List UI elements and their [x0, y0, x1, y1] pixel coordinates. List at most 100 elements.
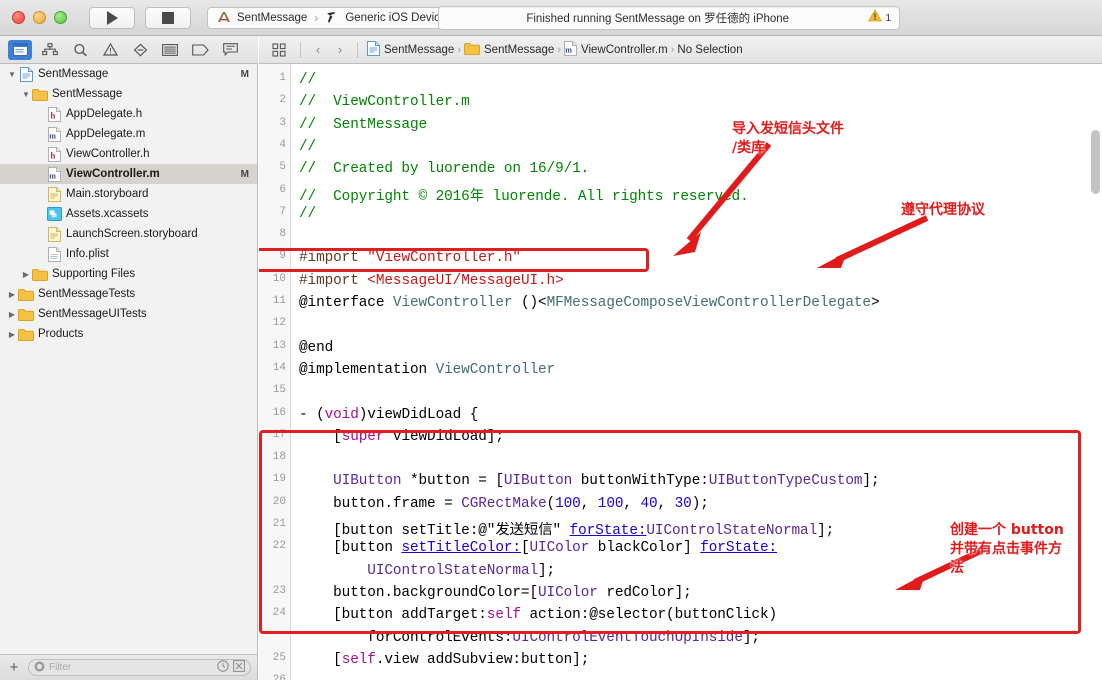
- hammer-icon: [325, 10, 340, 25]
- sidebar-item-label: SentMessage: [52, 88, 123, 100]
- sidebar-item-main-storyboard[interactable]: Main.storyboard: [0, 184, 257, 204]
- zoom-button[interactable]: [54, 11, 67, 24]
- source-control-filter-icon[interactable]: [233, 659, 245, 677]
- chevron-down-icon[interactable]: ▼: [6, 70, 18, 79]
- project-navigator[interactable]: ▼ SentMessage M ▼ SentMessage h AppDelegate.h m…: [0, 64, 258, 654]
- code-line[interactable]: //: [299, 139, 316, 155]
- code-line[interactable]: forControlEvents:UIControlEventTouchUpIn…: [299, 630, 760, 646]
- line-number: 9: [279, 250, 286, 263]
- symbol-navigator-icon[interactable]: [68, 40, 92, 60]
- project-icon: [367, 40, 380, 59]
- debug-navigator-icon[interactable]: [158, 40, 182, 60]
- stop-button[interactable]: [145, 6, 191, 29]
- navigator-filter-bar: + Filter: [0, 654, 258, 680]
- issue-navigator-icon[interactable]: [98, 40, 122, 60]
- sidebar-item-sentmessagetests[interactable]: ▶ SentMessageTests: [0, 284, 257, 304]
- sidebar-item-sentmessage[interactable]: ▼ SentMessage M: [0, 64, 257, 84]
- chevron-down-icon[interactable]: ▼: [20, 90, 32, 99]
- code-line[interactable]: @implementation ViewController: [299, 362, 555, 378]
- xcode-window: SentMessage › Generic iOS Device Finishe…: [0, 0, 1102, 680]
- sidebar-item-appdelegate-m[interactable]: m AppDelegate.m: [0, 124, 257, 144]
- recent-filter-icon[interactable]: [217, 659, 229, 677]
- sidebar-item-products[interactable]: ▶ Products: [0, 324, 257, 344]
- minimize-button[interactable]: [33, 11, 46, 24]
- code-line[interactable]: // Copyright © 2016年 luorende. All right…: [299, 184, 749, 205]
- line-number: 1: [279, 72, 286, 84]
- code-line[interactable]: button.backgroundColor=[UIColor redColor…: [299, 585, 692, 601]
- editor-scrollbar[interactable]: [1091, 130, 1100, 194]
- chevron-right-icon[interactable]: ▶: [6, 290, 18, 299]
- code-line[interactable]: [self.view addSubview:button];: [299, 652, 589, 668]
- code-line[interactable]: @end: [299, 340, 333, 356]
- header-file-icon: h: [46, 106, 62, 122]
- code-line[interactable]: [button setTitle:@"发送短信" forState:UICont…: [299, 518, 834, 539]
- back-button[interactable]: ‹: [310, 42, 326, 57]
- breadcrumb-item-3[interactable]: No Selection: [677, 44, 742, 56]
- breadcrumb-item-0[interactable]: SentMessage: [367, 40, 455, 59]
- breadcrumb: SentMessage › SentMessage › m ViewController.…: [367, 40, 743, 59]
- breadcrumb-item-2[interactable]: m ViewController.m: [564, 40, 668, 59]
- warning-indicator[interactable]: 1: [868, 8, 891, 27]
- line-number: 2: [279, 94, 286, 107]
- sidebar-item-launchscreen-storyboard[interactable]: LaunchScreen.storyboard: [0, 224, 257, 244]
- close-button[interactable]: [12, 11, 25, 24]
- code-line[interactable]: [super viewDidLoad];: [299, 429, 504, 445]
- project-navigator-icon[interactable]: [8, 39, 32, 60]
- code-line[interactable]: //: [299, 72, 316, 88]
- source-file-icon: m: [46, 166, 62, 182]
- related-items-icon[interactable]: [267, 40, 291, 60]
- breadcrumb-label: SentMessage: [384, 43, 455, 56]
- chevron-right-icon[interactable]: ▶: [20, 270, 32, 279]
- stop-icon: [162, 11, 174, 24]
- breadcrumb-item-1[interactable]: SentMessage: [464, 42, 554, 58]
- test-navigator-icon[interactable]: [128, 40, 152, 60]
- code-line[interactable]: UIButton *button = [UIButton buttonWithT…: [299, 473, 879, 489]
- code-line[interactable]: UIControlStateNormal];: [299, 563, 555, 579]
- code-line[interactable]: //: [299, 206, 316, 222]
- filter-input[interactable]: Filter: [28, 659, 251, 676]
- code-line[interactable]: #import <MessageUI/MessageUI.h>: [299, 273, 564, 289]
- filter-search-icon: [34, 659, 45, 677]
- sidebar-item-sentmessage[interactable]: ▼ SentMessage: [0, 84, 257, 104]
- run-button[interactable]: [89, 6, 135, 29]
- code-line[interactable]: button.frame = CGRectMake(100, 100, 40, …: [299, 496, 709, 512]
- sidebar-item-viewcontroller-h[interactable]: h ViewController.h: [0, 144, 257, 164]
- report-navigator-icon[interactable]: [218, 40, 242, 60]
- source-editor[interactable]: 1 2 3 4 5 6 7 8 9 10 11 12 13 14 15 16 17 18 19 20 21 22 23 24 2…: [259, 64, 1102, 680]
- add-item-button[interactable]: +: [6, 659, 22, 676]
- sidebar-item-appdelegate-h[interactable]: h AppDelegate.h: [0, 104, 257, 124]
- chevron-right-icon[interactable]: ▶: [6, 310, 18, 319]
- code-line[interactable]: [button setTitleColor:[UIColor blackColo…: [299, 540, 777, 556]
- sidebar-item-info-plist[interactable]: Info.plist: [0, 244, 257, 264]
- source-control-navigator-icon[interactable]: [38, 40, 62, 60]
- code-area[interactable]: //// ViewController.m// SentMessage//// …: [299, 64, 1102, 680]
- folder-icon: [18, 328, 34, 341]
- code-line[interactable]: [button addTarget:self action:@selector(…: [299, 607, 777, 623]
- line-number: 15: [272, 384, 286, 397]
- svg-text:m: m: [49, 171, 56, 180]
- code-line[interactable]: - (void)viewDidLoad {: [299, 407, 478, 423]
- sidebar-item-viewcontroller-m[interactable]: m ViewController.m M: [0, 164, 257, 184]
- forward-button[interactable]: ›: [332, 42, 348, 57]
- folder-icon: [18, 308, 34, 321]
- sidebar-item-sentmessageuitests[interactable]: ▶ SentMessageUITests: [0, 304, 257, 324]
- code-line[interactable]: // ViewController.m: [299, 94, 470, 110]
- chevron-right-icon[interactable]: ▶: [6, 330, 18, 339]
- sidebar-item-assets-xcassets[interactable]: Assets.xcassets: [0, 204, 257, 224]
- code-line[interactable]: // Created by luorende on 16/9/1.: [299, 161, 589, 177]
- sidebar-item-label: LaunchScreen.storyboard: [66, 228, 198, 240]
- code-line[interactable]: // SentMessage: [299, 117, 427, 133]
- sidebar-item-label: ViewController.h: [66, 148, 150, 160]
- sidebar-item-supporting-files[interactable]: ▶ Supporting Files: [0, 264, 257, 284]
- activity-status-bar[interactable]: Finished running SentMessage on 罗任德的 iPh…: [438, 6, 900, 30]
- folder-icon: [32, 268, 48, 281]
- code-line[interactable]: @interface ViewController ()<MFMessageCo…: [299, 295, 880, 311]
- code-line[interactable]: #import "ViewController.h": [299, 250, 521, 266]
- sidebar-item-label: SentMessage: [38, 68, 109, 80]
- folder-icon: [464, 42, 480, 58]
- header-file-icon: h: [46, 146, 62, 162]
- line-number: 17: [272, 428, 286, 441]
- project-icon: [18, 66, 34, 82]
- scheme-selector[interactable]: SentMessage › Generic iOS Device: [207, 6, 457, 29]
- breakpoint-navigator-icon[interactable]: [188, 40, 212, 60]
